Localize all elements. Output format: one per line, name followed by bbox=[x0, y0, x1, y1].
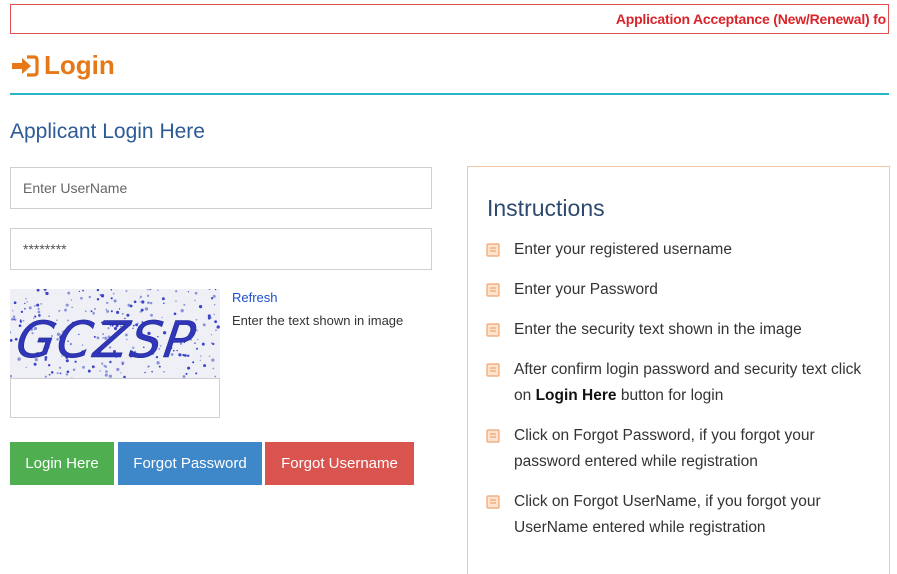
page-title: Login bbox=[10, 50, 115, 81]
list-bullet-icon bbox=[486, 323, 500, 337]
login-button[interactable]: Login Here bbox=[10, 442, 114, 485]
instruction-item: Enter your registered username bbox=[486, 237, 876, 263]
instruction-item: Click on Forgot Password, if you forgot … bbox=[486, 423, 876, 475]
username-input[interactable] bbox=[10, 167, 432, 209]
instructions-panel: Instructions Enter your registered usern… bbox=[467, 166, 890, 574]
sign-in-icon bbox=[12, 54, 39, 77]
captcha-hint: Enter the text shown in image bbox=[232, 313, 404, 328]
login-page: Application Acceptance (New/Renewal) fo … bbox=[0, 0, 897, 574]
announcement-marquee: Application Acceptance (New/Renewal) fo bbox=[10, 4, 889, 34]
applicant-login-heading: Applicant Login Here bbox=[10, 120, 205, 143]
header-divider bbox=[10, 93, 889, 95]
instruction-item: Enter the security text shown in the ima… bbox=[486, 317, 876, 343]
instructions-list: Enter your registered username Enter you… bbox=[486, 237, 876, 555]
list-bullet-icon bbox=[486, 363, 500, 377]
page-title-text: Login bbox=[44, 50, 115, 80]
forgot-password-button[interactable]: Forgot Password bbox=[118, 442, 262, 485]
list-bullet-icon bbox=[486, 495, 500, 509]
password-input[interactable] bbox=[10, 228, 432, 270]
marquee-text: Application Acceptance (New/Renewal) fo bbox=[615, 11, 886, 27]
list-bullet-icon bbox=[486, 283, 500, 297]
captcha-refresh-link[interactable]: Refresh bbox=[232, 290, 278, 305]
instruction-item: Enter your Password bbox=[486, 277, 876, 303]
captcha-input[interactable] bbox=[10, 378, 220, 418]
instruction-item: Click on Forgot UserName, if you forgot … bbox=[486, 489, 876, 541]
list-bullet-icon bbox=[486, 429, 500, 443]
forgot-username-button[interactable]: Forgot Username bbox=[265, 442, 414, 485]
instruction-item: After confirm login password and securit… bbox=[486, 357, 876, 409]
instructions-title: Instructions bbox=[487, 195, 605, 221]
svg-text:GCZSP: GCZSP bbox=[13, 310, 201, 369]
captcha-image: GCZSP bbox=[10, 289, 220, 378]
list-bullet-icon bbox=[486, 243, 500, 257]
